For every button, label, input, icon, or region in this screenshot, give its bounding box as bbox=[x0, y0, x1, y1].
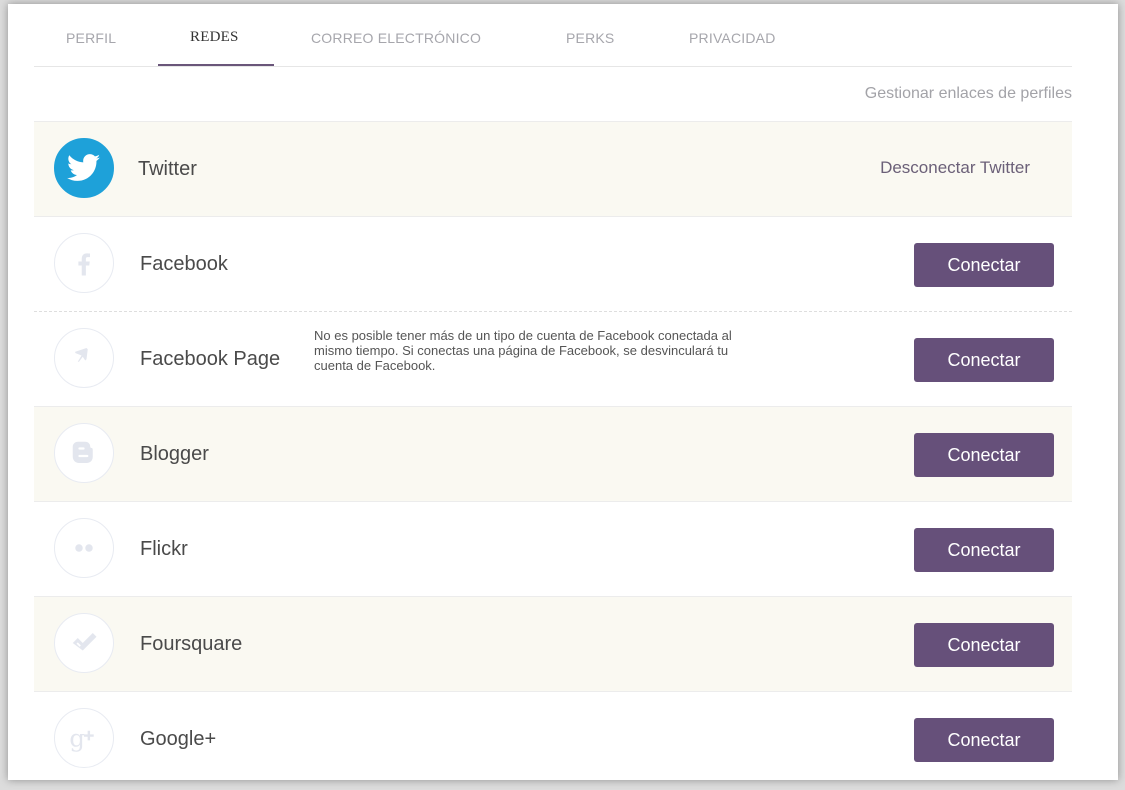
network-name-flickr: Flickr bbox=[140, 538, 188, 560]
network-name-blogger: Blogger bbox=[140, 443, 209, 465]
flickr-dots-glyph bbox=[75, 544, 93, 552]
flag-icon bbox=[54, 328, 114, 388]
tab-bar: PERFIL REDES CORREO ELECTRÓNICO PERKS PR… bbox=[34, 4, 1072, 67]
settings-content: PERFIL REDES CORREO ELECTRÓNICO PERKS PR… bbox=[34, 4, 1072, 780]
network-name-twitter: Twitter bbox=[138, 158, 197, 180]
foursquare-icon bbox=[54, 613, 114, 673]
manage-links-row: Gestionar enlaces de perfiles bbox=[34, 67, 1072, 122]
settings-panel: PERFIL REDES CORREO ELECTRÓNICO PERKS PR… bbox=[8, 4, 1118, 780]
blogger-glyph bbox=[72, 441, 93, 463]
network-row-facebook-page: Facebook Page No es posible tener más de… bbox=[34, 312, 1072, 407]
active-tab-indicator bbox=[158, 64, 274, 66]
network-row-blogger: Blogger Conectar bbox=[34, 407, 1072, 502]
tab-redes[interactable]: REDES bbox=[190, 29, 239, 46]
svg-text:g: g bbox=[69, 724, 85, 753]
network-row-google-plus: g Google+ Conectar bbox=[34, 692, 1072, 780]
twitter-icon bbox=[54, 138, 114, 198]
network-name-foursquare: Foursquare bbox=[140, 633, 243, 655]
network-name-google-plus: Google+ bbox=[140, 728, 217, 750]
network-row-twitter: Twitter Desconectar Twitter bbox=[34, 122, 1072, 217]
connect-blogger-button[interactable]: Conectar bbox=[914, 433, 1054, 477]
tab-perks[interactable]: PERKS bbox=[566, 30, 614, 46]
twitter-bird-glyph bbox=[67, 154, 101, 181]
network-row-flickr: Flickr Conectar bbox=[34, 502, 1072, 597]
facebook-page-warning-note: No es posible tener más de un tipo de cu… bbox=[314, 328, 732, 373]
google-plus-glyph: g bbox=[69, 724, 94, 753]
flickr-icon bbox=[54, 518, 114, 578]
manage-profile-links-link[interactable]: Gestionar enlaces de perfiles bbox=[865, 85, 1072, 103]
connect-facebook-button[interactable]: Conectar bbox=[914, 243, 1054, 287]
tab-privacidad[interactable]: PRIVACIDAD bbox=[689, 30, 776, 46]
foursquare-glyph bbox=[72, 633, 97, 651]
connect-google-plus-button[interactable]: Conectar bbox=[914, 718, 1054, 762]
google-plus-icon: g bbox=[54, 708, 114, 768]
network-name-facebook: Facebook bbox=[140, 253, 228, 275]
facebook-f-glyph bbox=[78, 253, 90, 276]
network-row-foursquare: Foursquare Conectar bbox=[34, 597, 1072, 692]
blogger-icon bbox=[54, 423, 114, 483]
tab-perfil[interactable]: PERFIL bbox=[66, 30, 116, 46]
network-name-facebook-page: Facebook Page bbox=[140, 348, 281, 370]
connect-flickr-button[interactable]: Conectar bbox=[914, 528, 1054, 572]
disconnect-twitter-link[interactable]: Desconectar Twitter bbox=[880, 158, 1030, 178]
connect-foursquare-button[interactable]: Conectar bbox=[914, 623, 1054, 667]
tab-correo-electronico[interactable]: CORREO ELECTRÓNICO bbox=[311, 30, 481, 46]
facebook-icon bbox=[54, 233, 114, 293]
connect-facebook-page-button[interactable]: Conectar bbox=[914, 338, 1054, 382]
network-row-facebook: Facebook Conectar bbox=[34, 217, 1072, 312]
flag-glyph bbox=[75, 348, 88, 362]
